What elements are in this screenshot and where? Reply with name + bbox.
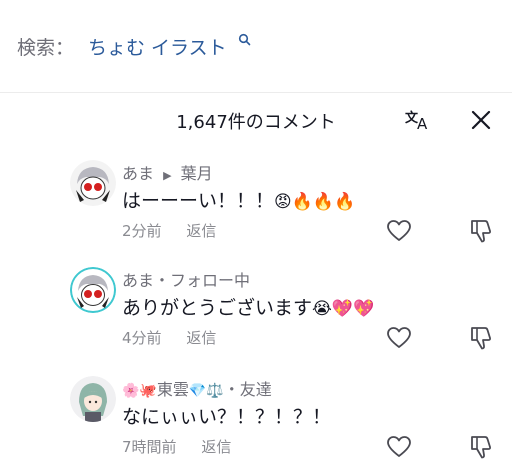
heart-icon[interactable] bbox=[386, 325, 412, 351]
comment-item: あま ▶ 葉月 はーーーい！！！😡🔥🔥🔥 2分前 返信 bbox=[0, 160, 512, 264]
comment-meta: 2分前 返信 bbox=[122, 220, 216, 241]
username-line: 🌸🐙東雲💎⚖️・友達 bbox=[122, 376, 272, 400]
translate-icon[interactable]: 文 A bbox=[404, 107, 434, 133]
username-suffix-emojis: 💎⚖️ bbox=[188, 383, 224, 399]
reply-button[interactable]: 返信 bbox=[186, 329, 216, 347]
search-query-link[interactable]: ちょむ イラスト bbox=[88, 33, 227, 60]
comment-meta: 7時間前 返信 bbox=[122, 436, 231, 457]
comment-body: なにぃぃい？！？！？！ bbox=[122, 406, 332, 428]
reply-button[interactable]: 返信 bbox=[201, 438, 231, 456]
comment-item: 🌸🐙東雲💎⚖️・友達 なにぃぃい？！？！？！ 7時間前 返信 bbox=[0, 376, 512, 472]
username-prefix-emojis: 🌸🐙 bbox=[122, 383, 157, 399]
comment-meta: 4分前 返信 bbox=[122, 327, 216, 348]
relation-label: 友達 bbox=[239, 380, 272, 399]
comment-emojis: 😡🔥🔥🔥 bbox=[274, 192, 356, 212]
comment-body: はーーーい！！！ bbox=[122, 190, 275, 212]
username[interactable]: 東雲 bbox=[157, 380, 189, 399]
separator-dot: ・ bbox=[154, 271, 171, 290]
comment-item: あま・フォロー中 ありがとうございます😭💖💖 4分前 返信 bbox=[0, 267, 512, 371]
username[interactable]: あま bbox=[122, 271, 154, 290]
comment-text: はーーーい！！！😡🔥🔥🔥 bbox=[122, 186, 355, 213]
comments-header: 1,647件のコメント 文 A bbox=[0, 93, 512, 149]
search-bar[interactable]: 検索： ちょむ イラスト bbox=[0, 0, 512, 92]
svg-text:A: A bbox=[417, 115, 428, 133]
username-line: あま ▶ 葉月 bbox=[122, 160, 213, 184]
comment-time: 2分前 bbox=[122, 222, 162, 240]
thumbs-down-icon[interactable] bbox=[468, 434, 494, 460]
comment-text: なにぃぃい？！？！？！ bbox=[122, 402, 331, 429]
comment-time: 7時間前 bbox=[122, 438, 177, 456]
comment-time: 4分前 bbox=[122, 329, 162, 347]
reply-to-username[interactable]: 葉月 bbox=[181, 164, 213, 183]
reply-button[interactable]: 返信 bbox=[186, 222, 216, 240]
comment-text: ありがとうございます😭💖💖 bbox=[122, 293, 374, 320]
thumbs-down-icon[interactable] bbox=[468, 325, 494, 351]
search-icon[interactable] bbox=[238, 33, 252, 47]
relation-label: フォロー中 bbox=[170, 271, 251, 290]
avatar[interactable] bbox=[70, 376, 116, 422]
avatar[interactable] bbox=[70, 267, 116, 313]
username-line: あま・フォロー中 bbox=[122, 267, 250, 291]
search-prefix-label: 検索： bbox=[17, 37, 75, 59]
username[interactable]: あま bbox=[122, 164, 154, 183]
comment-body: ありがとうございます bbox=[122, 297, 313, 319]
comment-emojis: 😭💖💖 bbox=[312, 299, 375, 319]
separator-dot: ・ bbox=[223, 380, 240, 399]
heart-icon[interactable] bbox=[386, 434, 412, 460]
close-icon[interactable] bbox=[468, 107, 494, 133]
reply-arrow-icon: ▶ bbox=[163, 169, 172, 182]
comment-count: 1,647件のコメント bbox=[176, 112, 336, 133]
heart-icon[interactable] bbox=[386, 218, 412, 244]
avatar[interactable] bbox=[70, 160, 116, 206]
thumbs-down-icon[interactable] bbox=[468, 218, 494, 244]
